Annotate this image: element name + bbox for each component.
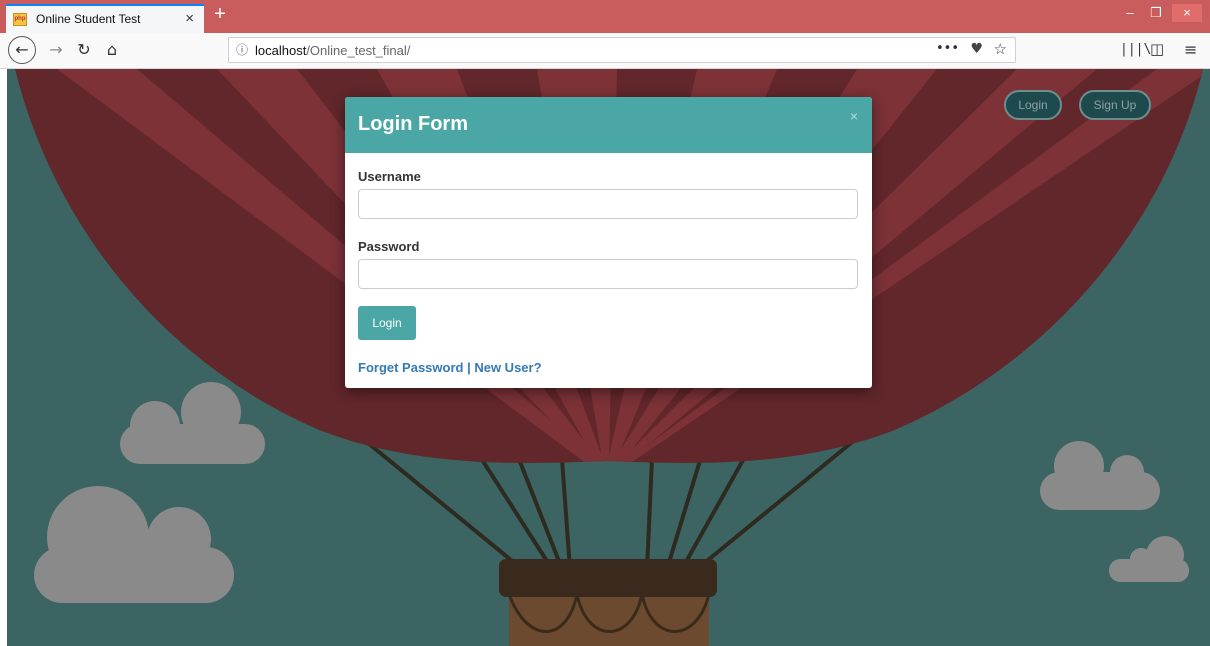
window-maximize-button[interactable]: ❐ — [1146, 4, 1166, 22]
url-text[interactable]: localhost/Online_test_final/ — [255, 43, 410, 58]
close-icon[interactable]: × — [850, 108, 858, 124]
address-bar[interactable]: ⓘ localhost/Online_test_final/ ••• ♥ ☆ — [228, 37, 1016, 63]
url-path: /Online_test_final/ — [306, 43, 411, 58]
auth-links: Forget Password | New User? — [358, 360, 542, 375]
reload-icon[interactable]: ↻ — [72, 38, 96, 62]
sidebar-icon[interactable]: ◫ — [1150, 40, 1164, 58]
page-actions-icon[interactable]: ••• — [936, 41, 959, 56]
password-label: Password — [358, 239, 420, 254]
menu-icon[interactable]: ≡ — [1184, 40, 1197, 59]
tab-close-icon[interactable]: × — [185, 10, 194, 27]
login-submit-button[interactable]: Login — [358, 306, 416, 340]
header-login-button[interactable]: Login — [1004, 90, 1062, 120]
tab-title: Online Student Test — [36, 12, 141, 26]
modal-header: Login Form × — [345, 97, 872, 153]
username-input[interactable] — [358, 189, 858, 219]
url-host: localhost — [255, 43, 307, 58]
window-minimize-button[interactable]: – — [1120, 4, 1140, 22]
site-info-icon[interactable]: ⓘ — [236, 41, 248, 58]
active-tab[interactable]: php Online Student Test × — [6, 4, 204, 33]
new-user-link[interactable]: New User? — [474, 360, 541, 375]
password-input[interactable] — [358, 259, 858, 289]
back-arrow-icon[interactable]: ← — [8, 36, 36, 64]
username-label: Username — [358, 169, 421, 184]
link-separator: | — [463, 360, 475, 375]
page-viewport: Login Sign Up Login Form × Username Pass… — [7, 69, 1210, 646]
bookmark-star-icon[interactable]: ☆ — [994, 40, 1007, 58]
forward-arrow-icon[interactable]: → — [44, 38, 68, 62]
header-signup-button[interactable]: Sign Up — [1079, 90, 1151, 120]
login-modal: Login Form × Username Password Login For… — [345, 97, 872, 388]
home-icon[interactable]: ⌂ — [100, 38, 124, 62]
modal-title: Login Form — [358, 113, 468, 135]
forget-password-link[interactable]: Forget Password — [358, 360, 463, 375]
window-close-button[interactable]: × — [1172, 4, 1202, 22]
library-icon[interactable]: |||\ — [1120, 42, 1151, 57]
new-tab-button[interactable]: + — [208, 3, 232, 27]
tab-bar: php Online Student Test × + – ❐ × — [0, 0, 1210, 33]
balloon-basket — [499, 559, 717, 646]
pocket-icon[interactable]: ♥ — [970, 41, 983, 57]
navigation-toolbar: ← → ↻ ⌂ ⓘ localhost/Online_test_final/ •… — [0, 33, 1210, 69]
site-favicon-icon: php — [13, 13, 27, 26]
